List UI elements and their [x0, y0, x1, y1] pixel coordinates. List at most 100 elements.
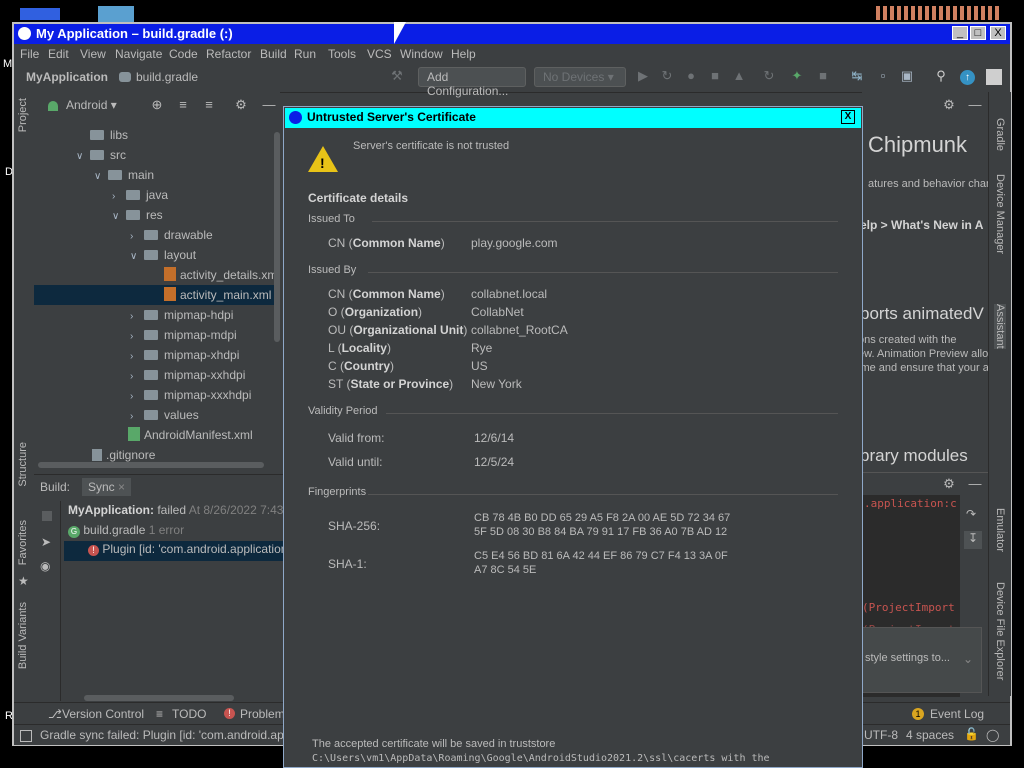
- menu-code[interactable]: Code: [169, 47, 198, 61]
- scroll-to-end-icon[interactable]: ↧: [964, 531, 982, 549]
- tab-sync[interactable]: Sync ×: [82, 478, 132, 496]
- rerun-icon[interactable]: ↻: [660, 69, 674, 83]
- build-row-project[interactable]: MyApplication: failed At 8/26/2022 7:43 …: [68, 503, 295, 517]
- hide-icon[interactable]: —: [262, 98, 276, 112]
- menu-file[interactable]: File: [20, 47, 39, 61]
- tree-item[interactable]: activity_details.xml: [34, 265, 280, 285]
- tree-item[interactable]: ∨ main: [34, 165, 274, 185]
- suggestion-chevron-icon[interactable]: ⌄: [963, 652, 973, 666]
- chevron-icon[interactable]: ›: [130, 307, 144, 327]
- tree-item[interactable]: › mipmap-xhdpi: [34, 345, 274, 365]
- build-row-file[interactable]: G build.gradle 1 error: [68, 523, 184, 538]
- build-row-error[interactable]: ! Plugin [id: 'com.android.application',…: [64, 541, 284, 561]
- tab-event-log[interactable]: Event Log: [930, 707, 984, 721]
- tree-item[interactable]: libs: [34, 125, 274, 145]
- tree-scrollbar[interactable]: [274, 132, 280, 342]
- menu-view[interactable]: View: [80, 47, 106, 61]
- debug-icon[interactable]: ●: [684, 69, 698, 83]
- tool-window-emulator[interactable]: Emulator: [994, 508, 1006, 552]
- gear-icon[interactable]: ⚙: [234, 98, 248, 112]
- tree-item[interactable]: › mipmap-hdpi: [34, 305, 274, 325]
- menu-edit[interactable]: Edit: [48, 47, 69, 61]
- tree-item[interactable]: ∨ res: [34, 205, 274, 225]
- device-manager-icon[interactable]: ▫: [876, 69, 890, 83]
- apply-code-changes-icon[interactable]: ✦: [790, 69, 804, 83]
- menu-help[interactable]: Help: [451, 47, 476, 61]
- menu-run[interactable]: Run: [294, 47, 316, 61]
- locate-icon[interactable]: ⊕: [150, 98, 164, 112]
- assistant-gear-icon[interactable]: ⚙: [942, 98, 956, 112]
- build-hscrollbar[interactable]: [84, 695, 234, 701]
- chevron-icon[interactable]: ∨: [94, 167, 108, 187]
- menu-refactor[interactable]: Refactor: [206, 47, 251, 61]
- collapse-all-icon[interactable]: ≡: [202, 98, 216, 112]
- eye-icon[interactable]: ◉: [40, 559, 50, 573]
- title-bar[interactable]: My Application – build.gradle (:) _ □ X: [14, 24, 1010, 44]
- device-selector[interactable]: No Devices ▾: [534, 67, 626, 87]
- tool-window-gradle[interactable]: Gradle: [994, 118, 1006, 151]
- stop-build-icon[interactable]: [42, 511, 52, 521]
- dialog-close-button[interactable]: X: [841, 110, 855, 124]
- avatar[interactable]: [986, 69, 1002, 85]
- tree-item[interactable]: › values: [34, 405, 274, 425]
- chevron-icon[interactable]: ›: [130, 367, 144, 387]
- tree-item[interactable]: AndroidManifest.xml: [34, 425, 274, 445]
- status-encoding[interactable]: UTF-8: [864, 728, 898, 742]
- tool-window-device-manager[interactable]: Device Manager: [994, 174, 1006, 254]
- desktop-icon-strip[interactable]: [876, 6, 1000, 20]
- chevron-icon[interactable]: ∨: [130, 247, 144, 267]
- update-icon[interactable]: ↑: [960, 70, 975, 85]
- chevron-icon[interactable]: ›: [112, 187, 126, 207]
- stop-icon[interactable]: ■: [816, 69, 830, 83]
- lock-icon[interactable]: 🔓: [964, 727, 979, 741]
- status-indent[interactable]: 4 spaces: [906, 728, 954, 742]
- tree-item[interactable]: activity_main.xml: [34, 285, 274, 305]
- tree-item[interactable]: › drawable: [34, 225, 274, 245]
- tool-window-build-variants[interactable]: Build Variants: [17, 602, 29, 669]
- tree-item[interactable]: ∨ src: [34, 145, 274, 165]
- maximize-button[interactable]: □: [970, 26, 986, 40]
- tree-item[interactable]: › mipmap-xxhdpi: [34, 365, 274, 385]
- console-hide-icon[interactable]: —: [968, 477, 982, 491]
- breadcrumb-project[interactable]: MyApplication: [26, 70, 108, 84]
- tree-item[interactable]: › mipmap-mdpi: [34, 325, 274, 345]
- memory-indicator-icon[interactable]: ◯: [986, 728, 999, 742]
- breadcrumb-file[interactable]: build.gradle: [136, 70, 198, 84]
- add-configuration-button[interactable]: Add Configuration...: [418, 67, 526, 98]
- menu-vcs[interactable]: VCS: [367, 47, 392, 61]
- expand-all-icon[interactable]: ≡: [176, 98, 190, 112]
- profile-icon[interactable]: ■: [708, 69, 722, 83]
- tool-window-assistant[interactable]: Assistant: [994, 304, 1006, 349]
- menu-tools[interactable]: Tools: [328, 47, 356, 61]
- sync-gradle-icon[interactable]: ↹: [850, 69, 864, 83]
- chevron-icon[interactable]: ›: [130, 347, 144, 367]
- desktop-icon-left[interactable]: [20, 8, 60, 20]
- menu-window[interactable]: Window: [400, 47, 443, 61]
- chevron-icon[interactable]: ∨: [112, 207, 126, 227]
- pin-icon[interactable]: ➤: [41, 535, 51, 549]
- chevron-icon[interactable]: ›: [130, 227, 144, 247]
- hammer-icon[interactable]: ⚒: [390, 69, 404, 83]
- status-message[interactable]: Gradle sync failed: Plugin [id: 'com.and…: [40, 728, 314, 742]
- project-view-selector[interactable]: Android ▾: [66, 98, 117, 112]
- run-icon[interactable]: ▶: [636, 69, 650, 83]
- chevron-icon[interactable]: ∨: [76, 147, 90, 167]
- tool-window-project[interactable]: Project: [17, 98, 29, 132]
- tab-version-control[interactable]: Version Control: [62, 707, 144, 721]
- tool-window-favorites[interactable]: Favorites: [17, 520, 29, 565]
- chevron-icon[interactable]: ›: [130, 327, 144, 347]
- apply-changes-icon[interactable]: ↻: [762, 69, 776, 83]
- console-gear-icon[interactable]: ⚙: [942, 477, 956, 491]
- dialog-title-bar[interactable]: Untrusted Server's Certificate X: [285, 108, 861, 128]
- search-icon[interactable]: ⚲: [934, 69, 948, 83]
- tree-item[interactable]: › java: [34, 185, 274, 205]
- close-tab-icon[interactable]: ×: [118, 480, 125, 494]
- attach-debugger-icon[interactable]: ▲: [732, 69, 746, 83]
- suggestion-popup[interactable]: style settings to... ⌄: [862, 627, 982, 693]
- tree-item[interactable]: › mipmap-xxxhdpi: [34, 385, 274, 405]
- soft-wrap-icon[interactable]: ↷: [966, 507, 976, 521]
- status-panel-icon[interactable]: [20, 730, 32, 742]
- desktop-icon-printer[interactable]: [98, 6, 134, 22]
- tree-item[interactable]: ∨ layout: [34, 245, 274, 265]
- tool-window-structure[interactable]: Structure: [17, 442, 29, 487]
